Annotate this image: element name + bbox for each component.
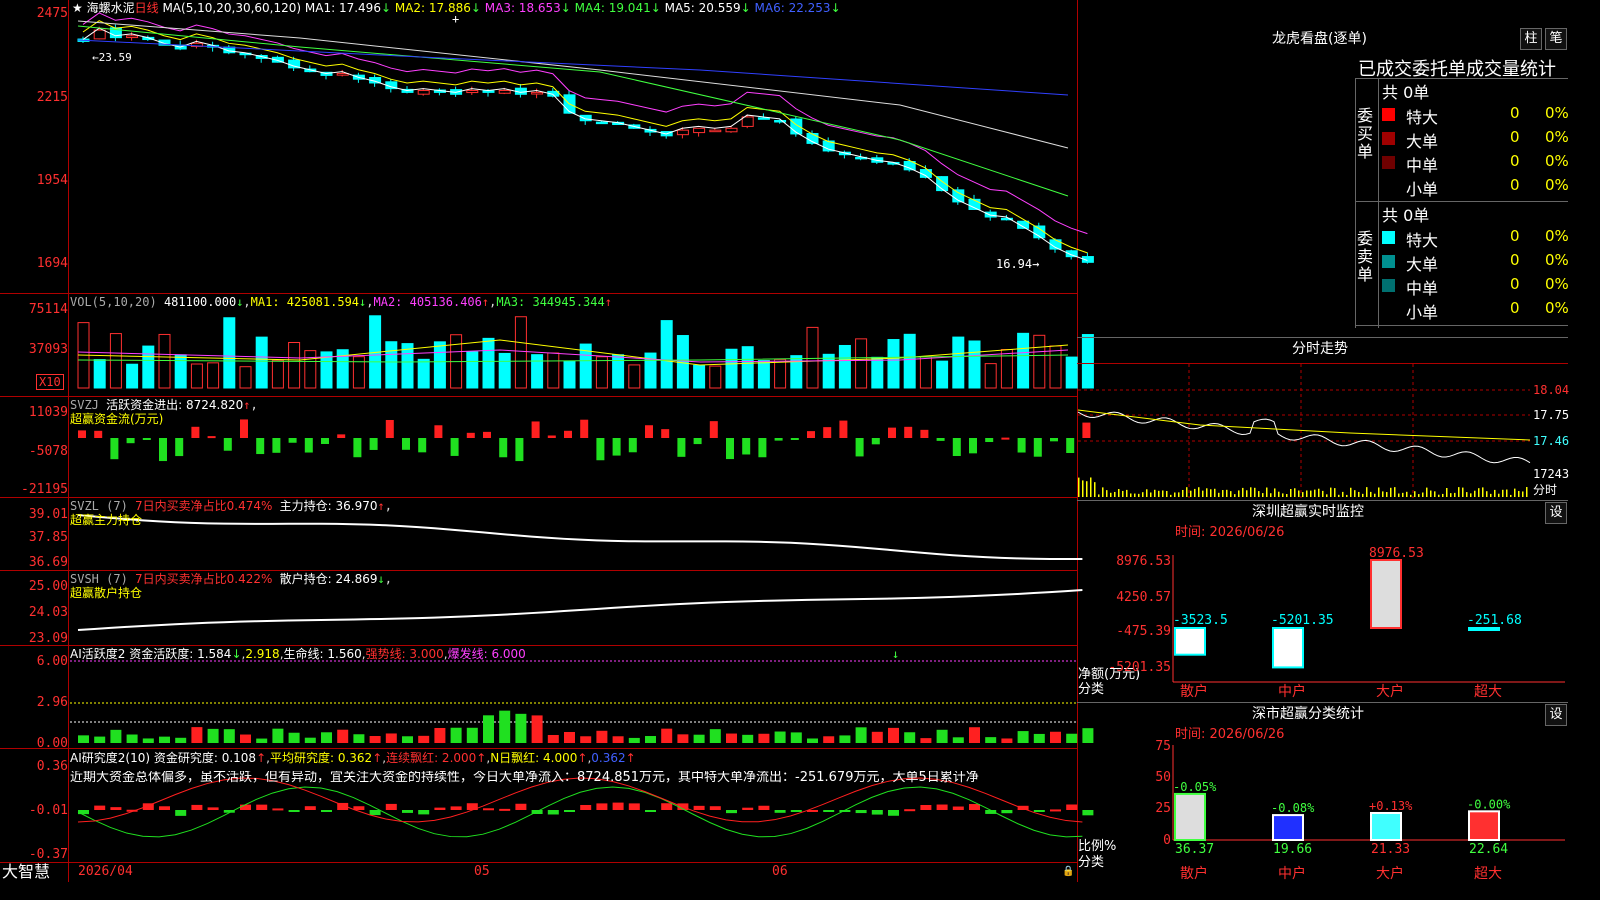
- stats-bar-change: -0.08%: [1271, 801, 1315, 815]
- stats-axis-label: 0: [1163, 833, 1171, 848]
- stats-bar-value: 19.66: [1273, 842, 1312, 857]
- stats-bar-value: 22.64: [1469, 842, 1508, 857]
- stats-axis-label: 25: [1155, 801, 1171, 816]
- stats-bar-change: +0.13%: [1369, 799, 1413, 813]
- stats-bar-change: -0.05%: [1173, 780, 1217, 794]
- stats-category: 超大: [1474, 866, 1502, 882]
- stats-bar: [1370, 811, 1402, 841]
- stats-chart: -0.05% 36.37 散户 -0.08% 19.66 中户 +0.13% 21.33 大户 -…: [1155, 739, 1565, 882]
- stats-bar: [1468, 810, 1500, 842]
- stats-axis-label: 50: [1155, 770, 1171, 785]
- stats-category: 散户: [1180, 865, 1208, 882]
- stats-axis-label: 75: [1155, 739, 1171, 754]
- stats-category: 大户: [1376, 865, 1404, 882]
- stats-bar: [1272, 814, 1304, 842]
- stats-bar: [1174, 792, 1206, 842]
- stats-bar-value: 36.37: [1175, 842, 1214, 857]
- stats-category: 中户: [1278, 865, 1306, 882]
- stats-bar-value: 21.33: [1371, 842, 1410, 857]
- stats-bar-change: -0.00%: [1467, 797, 1511, 811]
